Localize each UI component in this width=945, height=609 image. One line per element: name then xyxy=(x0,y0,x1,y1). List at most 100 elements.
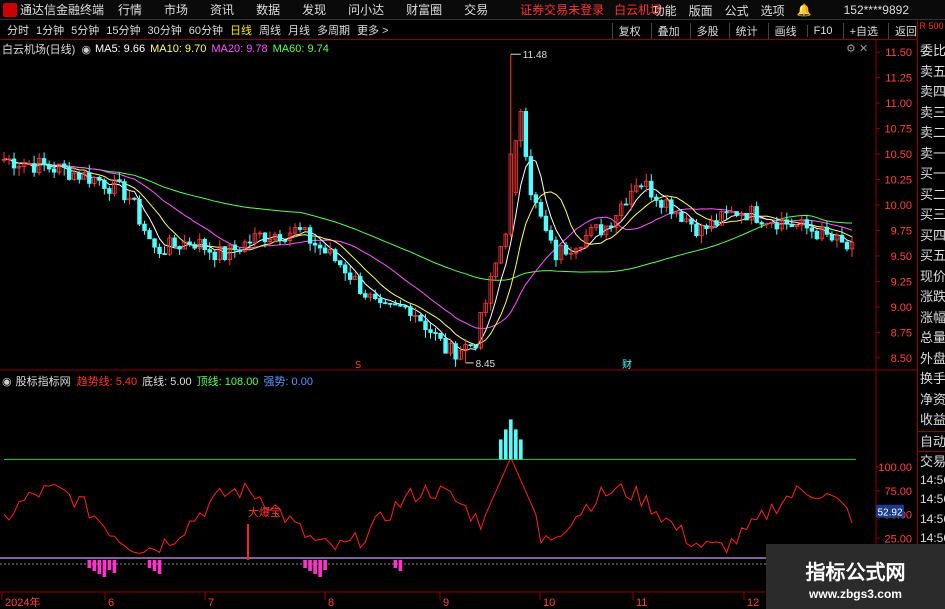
mark-cai: 财 xyxy=(622,358,632,371)
candle-body xyxy=(403,305,408,308)
diejia-button[interactable]: 叠加 xyxy=(650,22,680,39)
chevron-down-icon[interactable]: ◉ xyxy=(2,375,12,388)
candle-body xyxy=(348,272,353,280)
side-item[interactable]: 外盘 xyxy=(918,349,945,370)
candle-body xyxy=(277,234,283,241)
side-item[interactable]: 买三 xyxy=(918,205,945,226)
price-tick-label: 10.25 xyxy=(884,175,912,187)
side-mode-item[interactable]: 自动 xyxy=(918,430,945,451)
ind-tick-label: 75.00 xyxy=(884,486,912,498)
app-logo-icon xyxy=(3,2,17,17)
high-label: 11.48 xyxy=(523,50,548,61)
chart-controls: ⚙ ✕ xyxy=(846,42,868,55)
tf-monthly[interactable]: 月线 xyxy=(288,22,310,38)
chart-canvas[interactable]: 11.48 8.45 S 财 11.50 11.25 11.00 10.75 10.50 10.… xyxy=(0,40,917,609)
top-label: 顶线: 108.00 xyxy=(196,376,259,388)
settings-icon[interactable]: ⚙ xyxy=(846,43,856,55)
bottom-bar xyxy=(102,560,107,577)
candle-body xyxy=(543,215,549,231)
candle-body xyxy=(468,344,473,347)
strong-bar xyxy=(514,429,518,460)
candle-body xyxy=(137,198,142,225)
side-item[interactable]: 涨跌 xyxy=(918,287,945,308)
bottom-bar xyxy=(92,560,97,571)
candle-body xyxy=(358,275,363,295)
side-item[interactable]: 卖四 xyxy=(918,82,945,103)
user-account[interactable]: 152****9892 xyxy=(844,3,909,17)
candle-body xyxy=(312,242,318,246)
price-tick-label: 10.00 xyxy=(884,200,912,212)
duogu-button[interactable]: 多股 xyxy=(689,22,719,39)
candle-body xyxy=(117,179,122,183)
side-item[interactable]: 买二 xyxy=(918,185,945,206)
bottom-bar xyxy=(152,560,157,571)
menu-item-shichang[interactable]: 市场 xyxy=(164,1,188,18)
side-item[interactable]: 卖五 xyxy=(918,62,945,83)
price-tick-label: 11.00 xyxy=(885,98,912,110)
tf-1min[interactable]: 1分钟 xyxy=(36,22,64,38)
side-item[interactable]: 总量 xyxy=(918,328,945,349)
tf-daily[interactable]: 日线 xyxy=(230,22,252,38)
side-item[interactable]: 卖三 xyxy=(918,103,945,124)
side-item[interactable]: 净资 xyxy=(918,390,945,411)
tf-15min[interactable]: 15分钟 xyxy=(106,22,140,38)
candle-body xyxy=(152,238,157,248)
side-item[interactable]: 买一 xyxy=(918,164,945,185)
menu-item-wenxiaoda[interactable]: 问小达 xyxy=(348,1,384,18)
tf-60min[interactable]: 60分钟 xyxy=(189,22,223,38)
candle-body xyxy=(694,223,699,236)
add-favorite-button[interactable]: +自选 xyxy=(842,22,878,39)
menu-item-jiaoyi[interactable]: 交易 xyxy=(464,1,488,18)
side-item[interactable]: 买五 xyxy=(918,246,945,267)
tf-30min[interactable]: 30分钟 xyxy=(148,22,182,38)
side-item[interactable]: 换手 xyxy=(918,369,945,390)
trend-label: 趋势线: 5.40 xyxy=(76,376,138,388)
candle-body xyxy=(624,203,629,206)
close-icon[interactable]: ✕ xyxy=(859,43,868,55)
side-item[interactable]: 卖一 xyxy=(918,144,945,165)
tf-weekly[interactable]: 周线 xyxy=(259,22,281,38)
tf-multi[interactable]: 多周期 xyxy=(317,22,350,38)
menu-item-hangqing[interactable]: 行情 xyxy=(118,1,142,18)
candle-body xyxy=(759,222,764,225)
menu-item-caifuquan[interactable]: 财富圈 xyxy=(406,1,442,18)
menu-item-gongshi[interactable]: 公式 xyxy=(725,2,749,19)
menu-item-zixun[interactable]: 资讯 xyxy=(210,1,234,18)
candle-body xyxy=(774,222,779,230)
side-item[interactable]: 买四 xyxy=(918,226,945,247)
chevron-down-icon[interactable]: ◉ xyxy=(81,43,91,56)
f10-button[interactable]: F10 xyxy=(806,24,833,37)
candle-body xyxy=(784,219,789,225)
candle-body xyxy=(378,298,383,304)
candle-body xyxy=(814,230,820,240)
price-tick-label: 9.75 xyxy=(891,225,912,237)
tongji-button[interactable]: 统计 xyxy=(728,22,758,39)
menu-item-banmian[interactable]: 版面 xyxy=(689,2,713,19)
menu-item-xuanxiang[interactable]: 选项 xyxy=(761,2,785,19)
side-item[interactable]: 委比 xyxy=(918,41,945,62)
candle-body xyxy=(714,220,719,226)
side-item[interactable]: 收益 xyxy=(918,410,945,431)
tf-fenshi[interactable]: 分时 xyxy=(7,22,29,38)
ind-tick-label: 100.00 xyxy=(878,462,912,474)
fuquan-button[interactable]: 复权 xyxy=(611,22,641,39)
side-mode-item[interactable]: 交易 xyxy=(918,450,945,471)
huaxian-button[interactable]: 画线 xyxy=(767,22,797,39)
side-item[interactable]: 现价 xyxy=(918,267,945,288)
candle-body xyxy=(844,241,850,250)
side-item[interactable]: 卖二 xyxy=(918,123,945,144)
candle-body xyxy=(172,237,177,247)
ma20-line xyxy=(3,158,853,329)
bottom-bar xyxy=(107,560,112,570)
menu-item-shuju[interactable]: 数据 xyxy=(256,1,280,18)
back-button[interactable]: 返回 xyxy=(888,22,917,39)
tf-more[interactable]: 更多 > xyxy=(357,22,388,38)
trade-status-text[interactable]: 证券交易未登录 xyxy=(520,1,604,18)
bell-icon[interactable]: 🔔 xyxy=(797,3,812,17)
tf-5min[interactable]: 5分钟 xyxy=(71,22,99,38)
side-item[interactable]: 涨幅 xyxy=(918,308,945,329)
menu-item-faxian[interactable]: 发现 xyxy=(302,1,326,18)
candle-body xyxy=(157,246,162,254)
strong-bar xyxy=(519,439,523,460)
menu-item-gongneng[interactable]: 功能 xyxy=(653,2,677,19)
